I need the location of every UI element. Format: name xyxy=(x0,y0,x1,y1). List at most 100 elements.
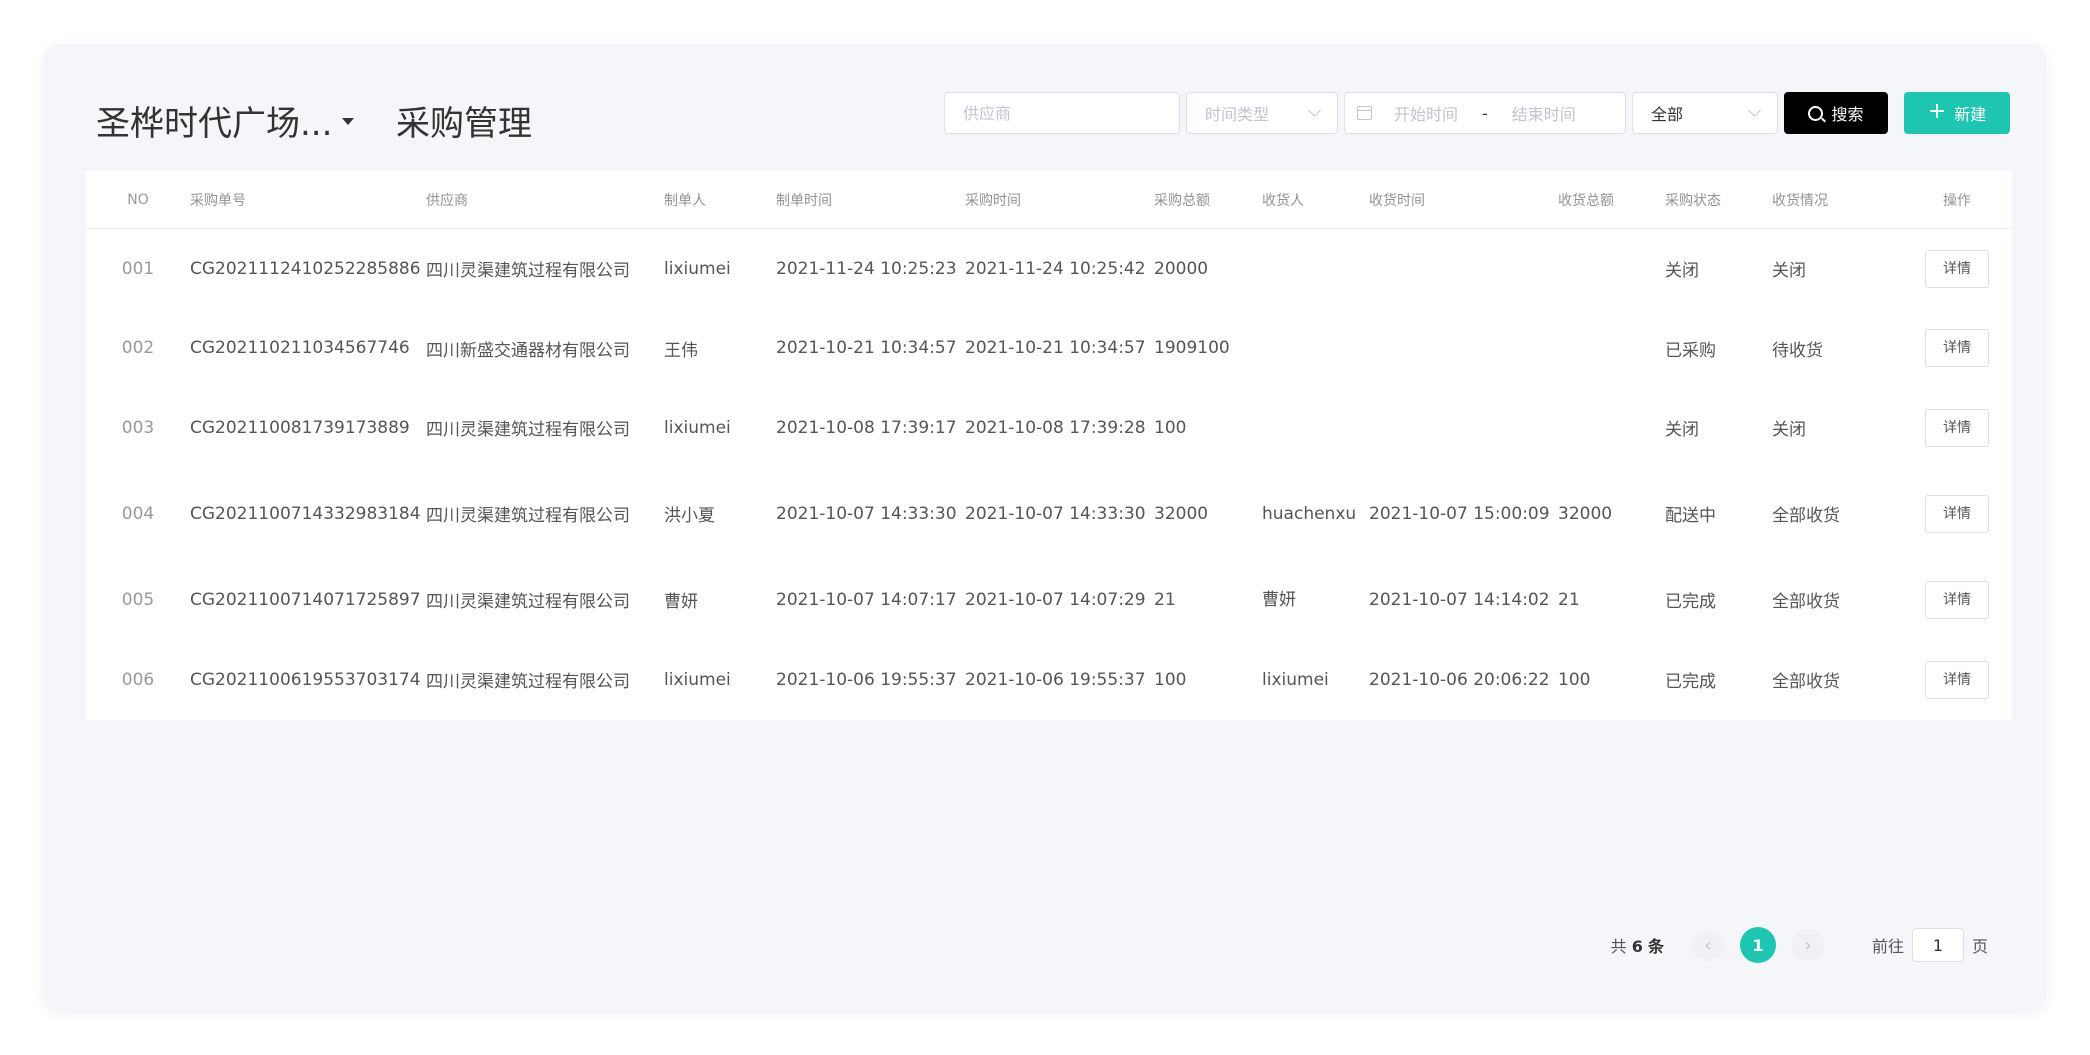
detail-button[interactable]: 详情 xyxy=(1925,494,1989,533)
cell-order-no: CG2021100619553703174 xyxy=(190,669,421,690)
cell-creator: 洪小夏 xyxy=(664,506,715,526)
supplier-input[interactable] xyxy=(944,92,1180,134)
cell-purchase-status: 关闭 xyxy=(1665,420,1699,440)
cell-order-no: CG202110211034567746 xyxy=(190,338,410,358)
goto-page-input[interactable] xyxy=(1911,928,1964,962)
cell-receive-status: 全部收货 xyxy=(1772,592,1840,612)
cell-receiver: huachenxu xyxy=(1262,503,1357,524)
column-header-received-at: 收货时间 xyxy=(1369,171,1558,229)
status-select[interactable]: 全部 xyxy=(1632,92,1778,134)
cell-purchase-at: 2021-10-07 14:07:29 xyxy=(965,589,1146,610)
cell-purchase-total: 32000 xyxy=(1154,503,1209,524)
column-header-creator: 制单人 xyxy=(664,171,776,229)
table-header-row: NO 采购单号 供应商 制单人 制单时间 采购时间 采购总额 收货人 收货时间 收货总额 采购状态收… xyxy=(86,171,2012,229)
cell-received-at: 2021-10-06 20:06:22 xyxy=(1369,669,1550,690)
column-header-no: NO xyxy=(86,171,190,229)
search-button-label: 搜索 xyxy=(1831,105,1864,124)
cell-purchase-status: 已完成 xyxy=(1665,592,1716,612)
cell-receive-status: 全部收货 xyxy=(1772,506,1840,526)
cell-action: 详情 xyxy=(1902,468,2012,560)
cell-purchase-status: 已完成 xyxy=(1665,672,1716,692)
date-range-picker[interactable]: 开始时间 - 结束时间 xyxy=(1344,92,1626,134)
page-number-current[interactable]: 1 xyxy=(1739,927,1776,963)
chevron-down-icon xyxy=(1748,104,1761,117)
table-row: 002 CG202110211034567746 四川新盛交通器材有限公司 王伟 202… xyxy=(86,309,2012,388)
search-button[interactable]: 搜索 xyxy=(1784,92,1888,134)
column-header-action: 操作 xyxy=(1902,171,2012,229)
goto-suffix: 页 xyxy=(1971,937,1988,956)
cell-received-at xyxy=(1369,309,1558,388)
start-time-placeholder[interactable]: 开始时间 xyxy=(1394,101,1458,125)
total-suffix: 条 xyxy=(1647,937,1664,956)
cell-received-total: 100 xyxy=(1558,669,1591,690)
column-header-received-total: 收货总额 xyxy=(1558,171,1665,229)
new-button-label: 新建 xyxy=(1954,105,1987,124)
time-type-placeholder: 时间类型 xyxy=(1205,105,1270,124)
cell-action: 详情 xyxy=(1902,640,2012,720)
search-icon xyxy=(1808,105,1824,121)
status-select-value: 全部 xyxy=(1651,105,1684,124)
cell-supplier: 四川灵渠建筑过程有限公司 xyxy=(426,672,630,692)
detail-button[interactable]: 详情 xyxy=(1925,249,1989,288)
cell-created-at: 2021-11-24 10:25:23 xyxy=(776,258,957,279)
table-row: 001 CG2021112410252285886 四川灵渠建筑过程有限公司 lixi… xyxy=(86,229,2012,309)
cell-order-no: CG2021100714332983184 xyxy=(190,503,421,524)
cell-purchase-total: 100 xyxy=(1154,417,1187,438)
total-number: 6 xyxy=(1631,937,1643,956)
pagination: 共 6 条 ‹ 1 › 前往 页 xyxy=(1611,927,1988,963)
goto-prefix: 前往 xyxy=(1871,937,1904,956)
cell-no: 006 xyxy=(121,669,155,690)
table-row: 004 CG2021100714332983184 四川灵渠建筑过程有限公司 洪小夏 2… xyxy=(86,468,2012,560)
detail-button[interactable]: 详情 xyxy=(1925,580,1989,619)
cell-supplier: 四川灵渠建筑过程有限公司 xyxy=(426,420,630,440)
table-body: 001 CG2021112410252285886 四川灵渠建筑过程有限公司 lixi… xyxy=(86,229,2012,720)
cell-receiver: lixiumei xyxy=(1262,669,1329,690)
prev-page-icon[interactable]: ‹ xyxy=(1691,929,1724,961)
cell-receive-status: 待收货 xyxy=(1772,340,1823,361)
column-header-created-at: 制单时间 xyxy=(776,171,965,229)
time-type-select[interactable]: 时间类型 xyxy=(1186,92,1338,134)
cell-receiver xyxy=(1262,309,1369,388)
column-header-receive-status: 收货情况 xyxy=(1772,171,1902,229)
cell-created-at: 2021-10-07 14:07:17 xyxy=(776,589,957,610)
cell-receive-status: 全部收货 xyxy=(1772,672,1840,692)
next-page-icon[interactable]: › xyxy=(1791,929,1824,961)
cell-creator: 曹妍 xyxy=(664,592,698,612)
table-row: 006 CG2021100619553703174 四川灵渠建筑过程有限公司 lixi… xyxy=(86,640,2012,720)
main-card: 圣桦时代广场... 采购管理 时间类型 开始时间 - 结束时间 全部 搜索 xyxy=(44,44,2046,1010)
cell-purchase-at: 2021-10-08 17:39:28 xyxy=(965,417,1146,438)
cell-purchase-total: 1909100 xyxy=(1154,338,1230,358)
cell-created-at: 2021-10-21 10:34:57 xyxy=(776,338,957,358)
total-count: 共 6 条 xyxy=(1611,933,1664,957)
cell-purchase-at: 2021-10-06 19:55:37 xyxy=(965,669,1146,690)
column-header-purchase-total: 采购总额 xyxy=(1154,171,1262,229)
cell-purchase-at: 2021-11-24 10:25:42 xyxy=(965,258,1146,279)
filter-bar: 时间类型 开始时间 - 结束时间 全部 搜索 + 新建 xyxy=(944,92,2010,134)
end-time-placeholder[interactable]: 结束时间 xyxy=(1512,101,1576,125)
cell-purchase-status: 关闭 xyxy=(1665,261,1699,282)
cell-received-total xyxy=(1558,229,1665,309)
cell-purchase-status: 已采购 xyxy=(1665,340,1716,361)
goto-page: 前往 页 xyxy=(1872,928,1988,962)
cell-action: 详情 xyxy=(1902,560,2012,640)
cell-purchase-at: 2021-10-21 10:34:57 xyxy=(965,338,1146,358)
cell-creator: lixiumei xyxy=(664,669,731,690)
cell-created-at: 2021-10-06 19:55:37 xyxy=(776,669,957,690)
cell-no: 001 xyxy=(121,258,155,279)
detail-button[interactable]: 详情 xyxy=(1925,660,1989,699)
cell-order-no: CG2021112410252285886 xyxy=(190,258,421,279)
project-selector[interactable]: 圣桦时代广场... xyxy=(96,96,355,145)
cell-received-at xyxy=(1369,388,1558,468)
cell-purchase-total: 21 xyxy=(1154,589,1176,610)
detail-button[interactable]: 详情 xyxy=(1925,408,1989,447)
chevron-down-icon xyxy=(1308,104,1321,117)
detail-button[interactable]: 详情 xyxy=(1925,329,1989,367)
cell-received-total xyxy=(1558,309,1665,388)
cell-receiver xyxy=(1262,388,1369,468)
new-button[interactable]: + 新建 xyxy=(1904,92,2010,134)
cell-no: 005 xyxy=(121,589,155,610)
cell-received-at xyxy=(1369,229,1558,309)
cell-receiver: 曹妍 xyxy=(1262,589,1296,610)
cell-purchase-at: 2021-10-07 14:33:30 xyxy=(965,503,1146,524)
cell-creator: lixiumei xyxy=(664,417,731,438)
